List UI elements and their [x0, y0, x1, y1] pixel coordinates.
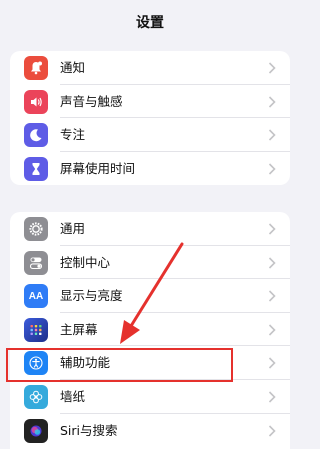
chevron-right-icon	[268, 129, 276, 141]
accessibility-icon	[24, 351, 48, 376]
settings-item-label: 辅助功能	[60, 355, 111, 371]
settings-group-notifications: 通知 声音与触感 专注 屏幕使用时间	[10, 51, 290, 186]
settings-item-label: 通知	[60, 60, 86, 75]
settings-item-screen-time[interactable]: 屏幕使用时间	[10, 152, 290, 186]
text-size-icon-label: AA	[28, 290, 44, 302]
settings-item-label: 通用	[60, 221, 86, 236]
chevron-right-icon	[268, 96, 276, 108]
settings-item-label: Siri与搜索	[60, 422, 118, 438]
chevron-right-icon	[268, 324, 276, 336]
chevron-right-icon	[268, 223, 276, 235]
page-title: 设置	[136, 15, 164, 31]
toggles-icon	[24, 250, 48, 275]
speaker-icon	[24, 89, 48, 114]
settings-item-general[interactable]: 通用	[10, 212, 290, 246]
chevron-right-icon	[268, 62, 276, 74]
chevron-right-icon	[268, 391, 276, 403]
gear-icon	[24, 217, 48, 241]
chevron-right-icon	[268, 424, 276, 437]
chevron-right-icon	[268, 257, 276, 269]
settings-item-sounds[interactable]: 声音与触感	[10, 85, 290, 119]
moon-icon	[24, 123, 48, 148]
settings-item-label: 墙纸	[60, 388, 86, 404]
hourglass-icon	[24, 156, 48, 181]
settings-item-label: 主屏幕	[60, 321, 98, 337]
settings-screen: 设置 通知 声音与触感 专注 屏幕使用时间 通用 控制中心 AA 显示与亮度 主…	[0, 0, 300, 449]
settings-item-label: 声音与触感	[60, 93, 123, 109]
settings-item-label: 专注	[60, 127, 86, 143]
siri-icon	[24, 418, 48, 443]
settings-item-wallpaper[interactable]: 墙纸	[10, 380, 290, 414]
settings-item-display[interactable]: AA 显示与亮度	[10, 279, 290, 313]
chevron-right-icon	[268, 357, 276, 369]
settings-item-home-screen[interactable]: 主屏幕	[10, 313, 290, 347]
settings-item-focus[interactable]: 专注	[10, 118, 290, 152]
bell-icon	[24, 56, 48, 80]
chevron-right-icon	[268, 163, 276, 175]
settings-item-label: 屏幕使用时间	[60, 160, 136, 176]
settings-item-accessibility[interactable]: 辅助功能	[10, 346, 290, 380]
settings-item-notifications[interactable]: 通知	[10, 51, 290, 85]
settings-item-siri[interactable]: Siri与搜索	[10, 414, 290, 448]
chevron-right-icon	[268, 290, 276, 302]
settings-item-label: 控制中心	[60, 254, 111, 270]
settings-item-control-center[interactable]: 控制中心	[10, 246, 290, 280]
flower-icon	[24, 384, 48, 409]
home-grid-icon	[24, 317, 48, 342]
settings-group-general: 通用 控制中心 AA 显示与亮度 主屏幕 辅助功能 墙纸 Siri与搜索	[10, 212, 290, 449]
settings-item-label: 显示与亮度	[60, 288, 123, 304]
text-size-icon: AA	[24, 284, 48, 309]
